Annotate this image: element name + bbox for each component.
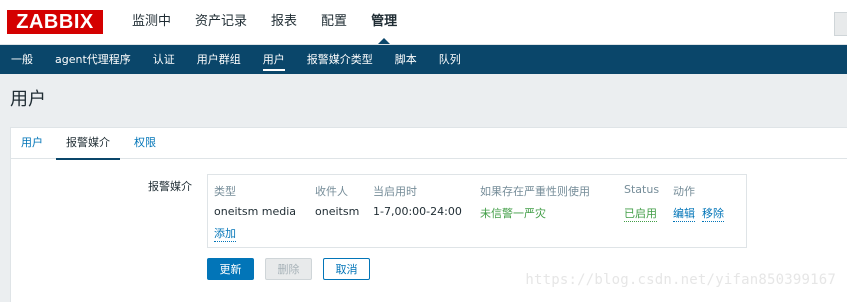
media-remove-link[interactable]: 移除 (702, 205, 724, 222)
column-header-action: 动作 (673, 185, 695, 198)
tab-bar: 用户 报警媒介 权限 (11, 128, 847, 160)
media-table: 类型 收件人 当启用时 如果存在严重性则使用 Status 动作 oneitsm… (207, 174, 747, 248)
media-when-active-cell: 1-7,00:00-24:00 (373, 205, 462, 218)
active-caret-icon (378, 38, 391, 44)
menu-inventory[interactable]: 资产记录 (183, 0, 259, 44)
sub-menu: 一般 agent代理程序 认证 用户群组 用户 报警媒介类型 脚本 队列 (0, 45, 847, 74)
submenu-scripts[interactable]: 脚本 (384, 45, 428, 74)
column-header-status: Status (624, 183, 660, 196)
menu-reports[interactable]: 报表 (259, 0, 309, 44)
tab-permissions[interactable]: 权限 (124, 128, 166, 158)
watermark-text: https://blog.csdn.net/yifan850399167 (525, 272, 836, 288)
submenu-authentication[interactable]: 认证 (142, 45, 186, 74)
menu-monitoring[interactable]: 监测中 (120, 0, 183, 44)
tab-media[interactable]: 报警媒介 (56, 128, 120, 160)
submenu-users[interactable]: 用户 (252, 45, 296, 74)
add-media-link[interactable]: 添加 (214, 225, 236, 242)
media-status-toggle[interactable]: 已启用 (624, 205, 657, 222)
update-button[interactable]: 更新 (207, 258, 254, 280)
media-severity-cell: 未信警一严灾 (480, 207, 546, 220)
top-header: ZABBIX 监测中 资产记录 报表 配置 管理 (0, 0, 847, 45)
media-recipient-cell: oneitsm (315, 205, 360, 218)
column-header-when-active: 当启用时 (373, 185, 417, 198)
column-header-recipient: 收件人 (315, 185, 348, 198)
main-menu: 监测中 资产记录 报表 配置 管理 (120, 0, 409, 44)
tab-user[interactable]: 用户 (11, 128, 53, 158)
cancel-button[interactable]: 取消 (323, 258, 370, 280)
menu-administration[interactable]: 管理 (359, 0, 409, 44)
column-header-severity: 如果存在严重性则使用 (480, 185, 590, 198)
media-field-label: 报警媒介 (148, 180, 192, 193)
submenu-user-groups[interactable]: 用户群组 (186, 45, 252, 74)
submenu-queue[interactable]: 队列 (428, 45, 472, 74)
submenu-general[interactable]: 一般 (0, 45, 44, 74)
page-title: 用户 (10, 89, 46, 110)
submenu-proxies[interactable]: agent代理程序 (44, 45, 142, 74)
menu-configuration[interactable]: 配置 (309, 0, 359, 44)
zabbix-logo[interactable]: ZABBIX (7, 10, 103, 34)
media-type-cell: oneitsm media (214, 205, 297, 218)
column-header-type: 类型 (214, 185, 236, 198)
submenu-media-types[interactable]: 报警媒介类型 (296, 45, 384, 74)
search-box-edge[interactable] (834, 12, 847, 36)
media-edit-link[interactable]: 编辑 (673, 205, 695, 222)
delete-button: 删除 (265, 258, 312, 280)
